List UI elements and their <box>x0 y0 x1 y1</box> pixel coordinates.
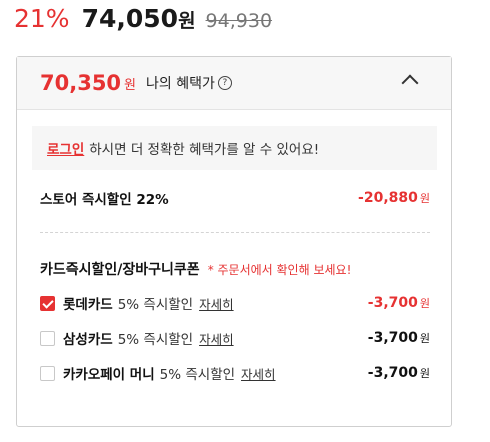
card-option-row[interactable]: 카카오페이 머니 5% 즉시할인 자세히 -3,700 원 <box>40 363 430 383</box>
login-banner: 로그인 하시면 더 정확한 혜택가를 알 수 있어요! <box>32 126 437 170</box>
checkbox-icon[interactable] <box>40 295 55 311</box>
checkbox-icon[interactable] <box>40 330 55 346</box>
original-price: 94,930 <box>205 10 273 32</box>
card-name: 롯데카드 <box>63 297 113 313</box>
store-discount-row: 스토어 즉시할인 22% -20,880 원 <box>40 188 430 208</box>
help-icon[interactable]: ? <box>217 76 232 90</box>
card-option-row[interactable]: 롯데카드 5% 즉시할인 자세히 -3,700 원 <box>40 293 430 313</box>
sale-price-unit: 원 <box>178 10 196 32</box>
card-discount-amount: -3,700 원 <box>367 295 430 311</box>
discount-rate: 21% <box>14 4 70 33</box>
sale-price: 74,050 <box>81 4 179 33</box>
card-desc: 5% 즉시할인 <box>117 332 194 348</box>
card-discount-section-title: 카드즉시할인/장바구니쿠폰 * 주문서에서 확인해 보세요! <box>40 259 351 279</box>
card-discount-title: 카드즉시할인/장바구니쿠폰 <box>40 262 200 278</box>
benefit-panel-header[interactable]: 70,350 원 나의 혜택가 ? <box>17 57 451 110</box>
card-discount-amount: -3,700 원 <box>367 330 430 346</box>
card-discount-note: * 주문서에서 확인해 보세요! <box>207 262 352 277</box>
benefit-price: 70,350 <box>40 71 122 95</box>
card-desc: 5% 즉시할인 <box>159 367 236 383</box>
card-name: 카카오페이 머니 <box>63 367 155 383</box>
detail-link[interactable]: 자세히 <box>241 364 276 383</box>
detail-link[interactable]: 자세히 <box>199 294 234 313</box>
price-row: 21% 74,050 원 94,930 <box>14 4 272 40</box>
store-discount-label: 스토어 즉시할인 22% <box>40 192 169 208</box>
benefit-panel: 70,350 원 나의 혜택가 ? 로그인 하시면 더 정확한 혜택가를 알 수… <box>16 56 452 427</box>
card-discount-amount: -3,700 원 <box>367 365 430 381</box>
divider <box>40 232 430 233</box>
login-link[interactable]: 로그인 <box>47 138 84 158</box>
benefit-label: 나의 혜택가 <box>146 76 215 92</box>
card-desc: 5% 즉시할인 <box>117 297 194 313</box>
checkbox-icon[interactable] <box>40 365 55 381</box>
benefit-price-unit: 원 <box>124 77 137 93</box>
card-name: 삼성카드 <box>63 332 113 348</box>
login-message: 하시면 더 정확한 혜택가를 알 수 있어요! <box>89 142 320 158</box>
card-option-row[interactable]: 삼성카드 5% 즉시할인 자세히 -3,700 원 <box>40 328 430 348</box>
store-discount-amount: -20,880 원 <box>358 190 430 206</box>
detail-link[interactable]: 자세히 <box>199 329 234 348</box>
chevron-up-icon[interactable] <box>401 74 419 92</box>
